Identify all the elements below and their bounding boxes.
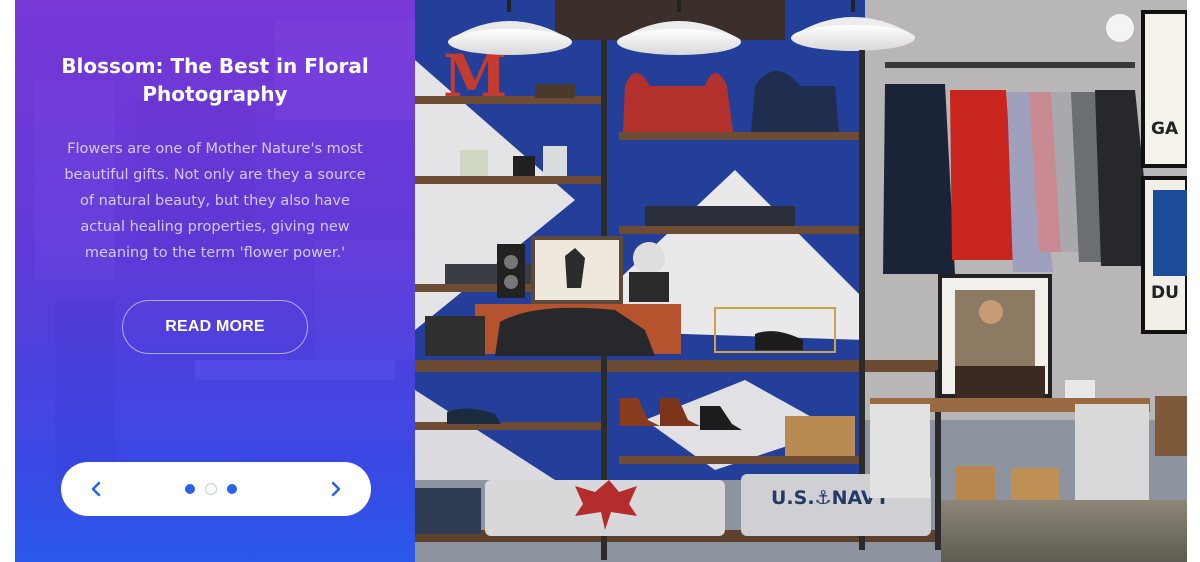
store-photo: M U.S.⚓NAVY GA DU	[415, 0, 1187, 562]
poster-text-2: DU	[1151, 283, 1179, 303]
chevron-right-icon	[331, 481, 341, 497]
next-slide-button[interactable]	[321, 474, 351, 504]
slide-description: Flowers are one of Mother Nature's most …	[64, 141, 366, 261]
slide-dot-3[interactable]	[227, 484, 237, 494]
slider-navigation	[61, 462, 371, 516]
slide-dot-2[interactable]	[205, 483, 217, 495]
slide-content-panel: Blossom: The Best in Floral Photography …	[15, 0, 415, 562]
hanging-clothes	[883, 84, 1153, 274]
previous-slide-button[interactable]	[81, 474, 111, 504]
slide-title: Blossom: The Best in Floral Photography	[61, 54, 369, 106]
hero-slider: M U.S.⚓NAVY GA DU Blossom: The Best in F…	[15, 0, 1187, 562]
read-more-button[interactable]: READ MORE	[122, 300, 308, 354]
slide-dots	[185, 483, 237, 495]
slide-dot-1[interactable]	[185, 484, 195, 494]
store-photo-illustration: M U.S.⚓NAVY GA DU	[415, 0, 1187, 562]
chevron-left-icon	[91, 481, 101, 497]
poster-text-1: GA	[1151, 119, 1179, 139]
